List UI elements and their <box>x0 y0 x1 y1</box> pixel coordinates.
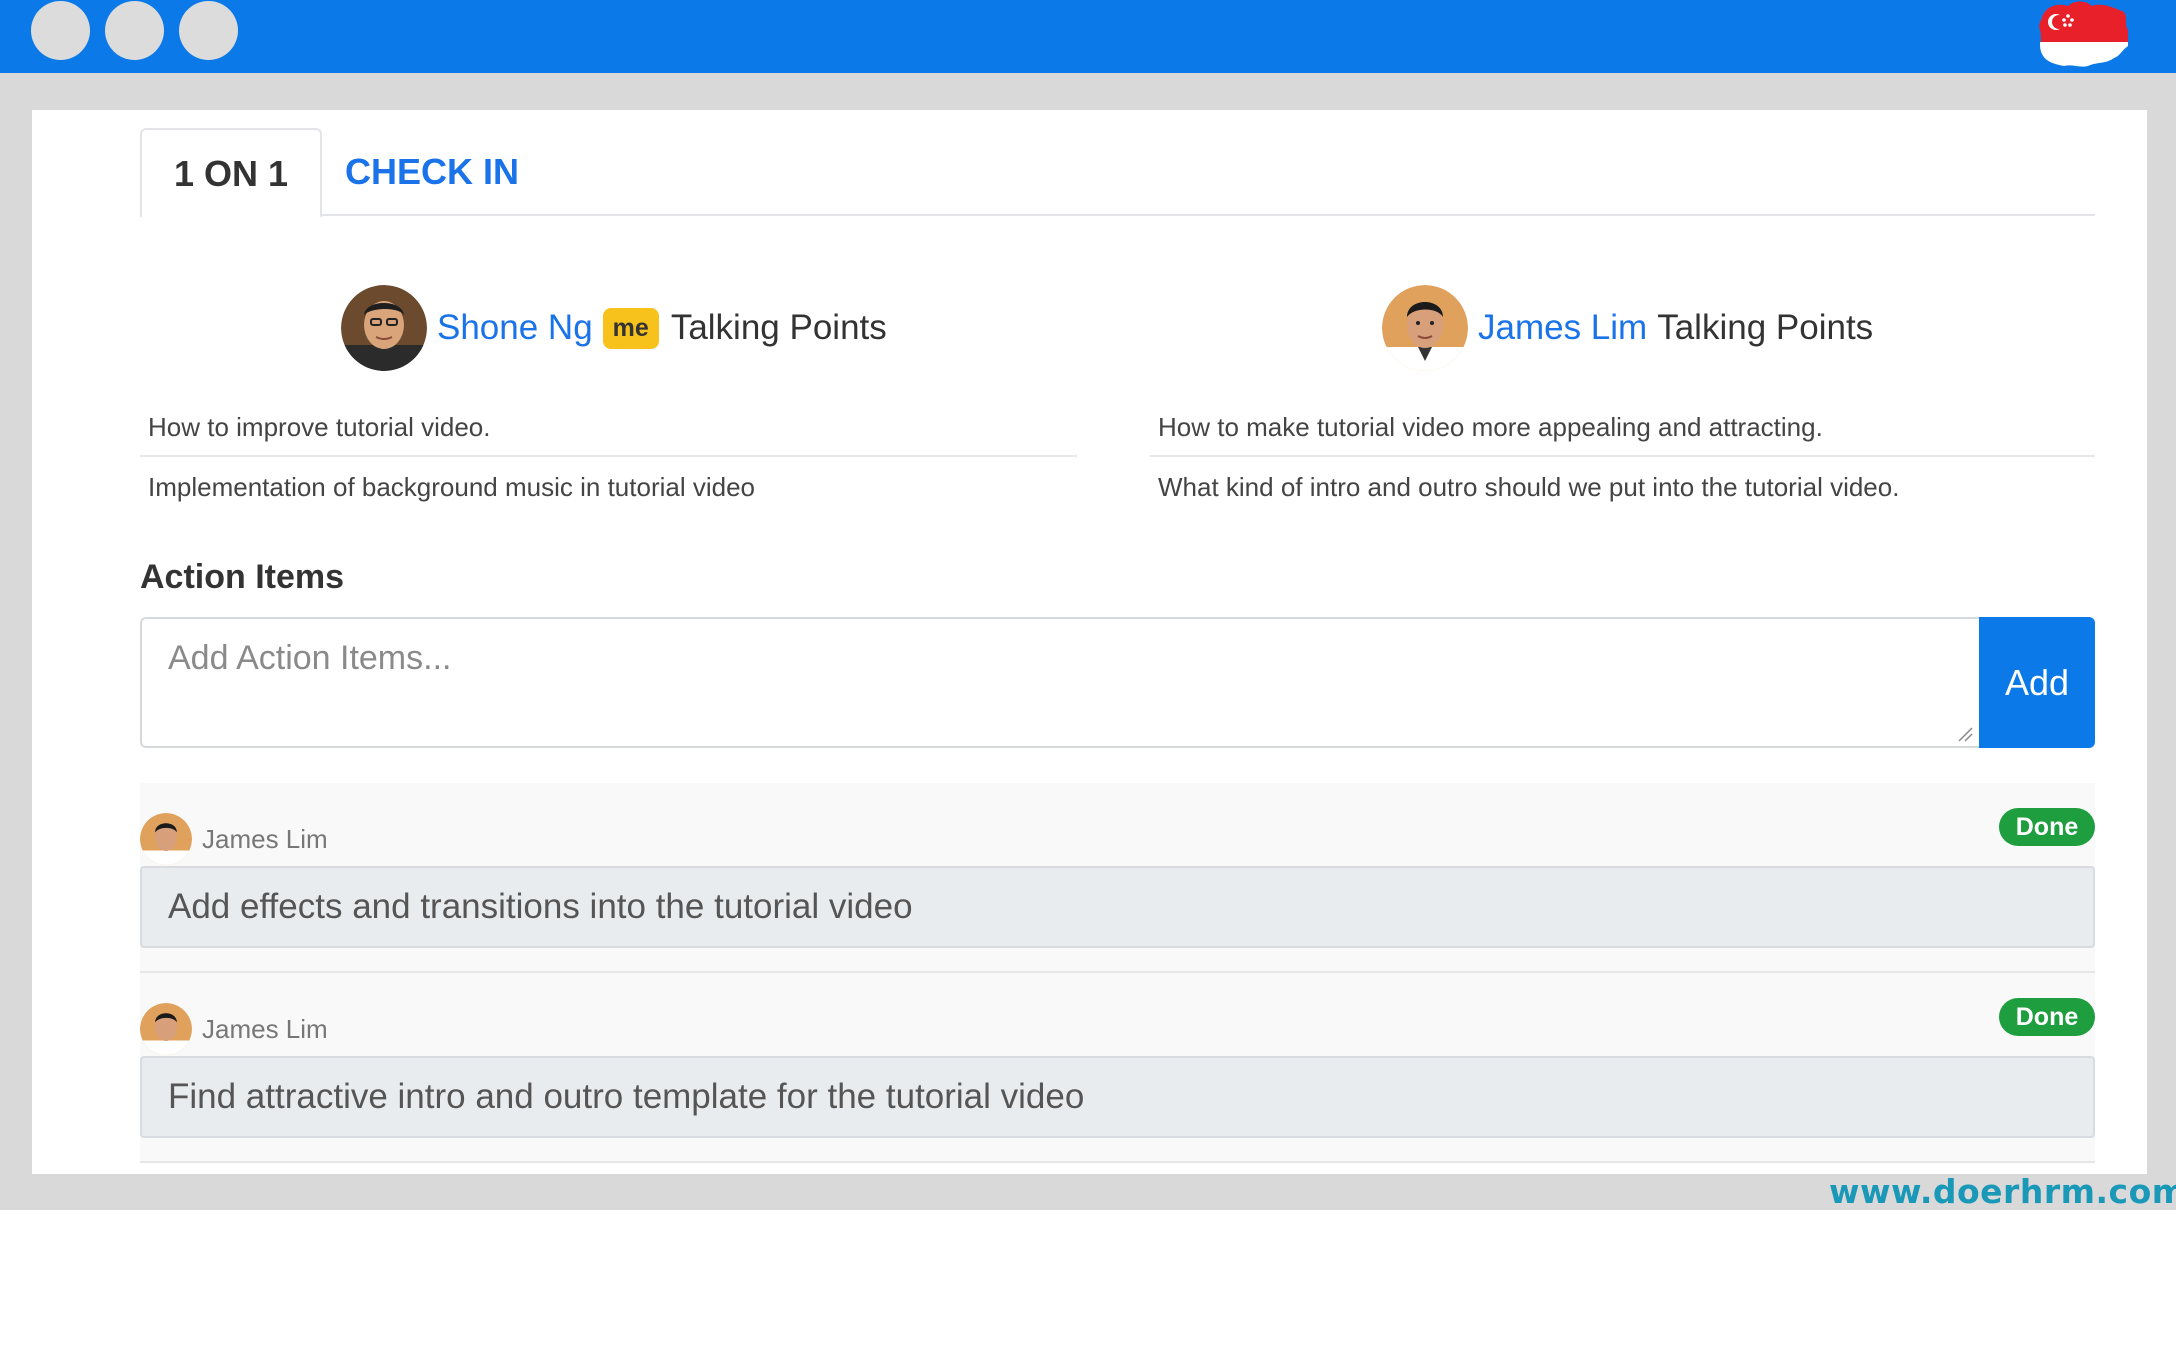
james-lim-avatar <box>1382 285 1468 371</box>
action-item-input-group: Add <box>140 617 2095 748</box>
window-dot-2[interactable] <box>105 1 164 60</box>
shone-ng-avatar <box>341 285 427 371</box>
talking-point-item: How to make tutorial video more appealin… <box>1150 397 2095 457</box>
talking-points-list-right: How to make tutorial video more appealin… <box>1150 397 2095 517</box>
action-item-text: Find attractive intro and outro template… <box>140 1056 2095 1138</box>
action-item-owner: James Lim <box>140 1001 328 1057</box>
action-item-owner-name: James Lim <box>202 1013 328 1044</box>
talking-points-header-right: James Lim Talking Points <box>1382 283 1873 373</box>
add-action-item-button[interactable]: Add <box>1979 617 2095 748</box>
talking-point-item: How to improve tutorial video. <box>140 397 1077 457</box>
tab-check-in[interactable]: CHECK IN <box>322 128 542 216</box>
done-status-badge[interactable]: Done <box>1999 998 2095 1036</box>
action-item-text: Add effects and transitions into the tut… <box>140 866 2095 948</box>
talking-points-label: Talking Points <box>1657 308 1874 347</box>
talking-points-list-left: How to improve tutorial video. Implement… <box>140 397 1077 517</box>
action-item-input[interactable] <box>140 617 1979 748</box>
resize-grip-icon[interactable] <box>1957 726 1973 742</box>
james-lim-avatar <box>140 813 192 865</box>
tab-bar: 1 ON 1 CHECK IN <box>140 128 2095 218</box>
talking-points-header-left: Shone Ng me Talking Points <box>341 283 887 373</box>
window-dot-1[interactable] <box>31 1 90 60</box>
shone-ng-name[interactable]: Shone Ng <box>437 308 593 348</box>
james-lim-avatar <box>140 1003 192 1055</box>
website-url[interactable]: www.doerhrm.com.sg <box>1829 1172 2176 1211</box>
action-item-card: James Lim Done Add effects and transitio… <box>140 783 2095 973</box>
talking-points-label: Talking Points <box>670 308 887 347</box>
singapore-map-flag-icon <box>2039 1 2128 81</box>
me-badge: me <box>602 307 659 349</box>
action-items-title: Action Items <box>140 558 345 596</box>
action-item-owner-name: James Lim <box>202 823 328 854</box>
one-on-one-panel: 1 ON 1 CHECK IN Shone Ng me Talking Poin… <box>32 110 2147 1174</box>
talking-point-item: What kind of intro and outro should we p… <box>1158 472 1900 502</box>
title-bar <box>0 0 2176 81</box>
done-status-badge[interactable]: Done <box>1999 808 2095 846</box>
james-lim-name[interactable]: James Lim <box>1478 308 1647 348</box>
talking-point-item: Implementation of background music in tu… <box>148 472 755 502</box>
action-item-owner: James Lim <box>140 811 328 867</box>
window-dot-3[interactable] <box>179 1 238 60</box>
tab-1-on-1[interactable]: 1 ON 1 <box>140 128 322 218</box>
action-item-card: James Lim Done Find attractive intro and… <box>140 973 2095 1163</box>
